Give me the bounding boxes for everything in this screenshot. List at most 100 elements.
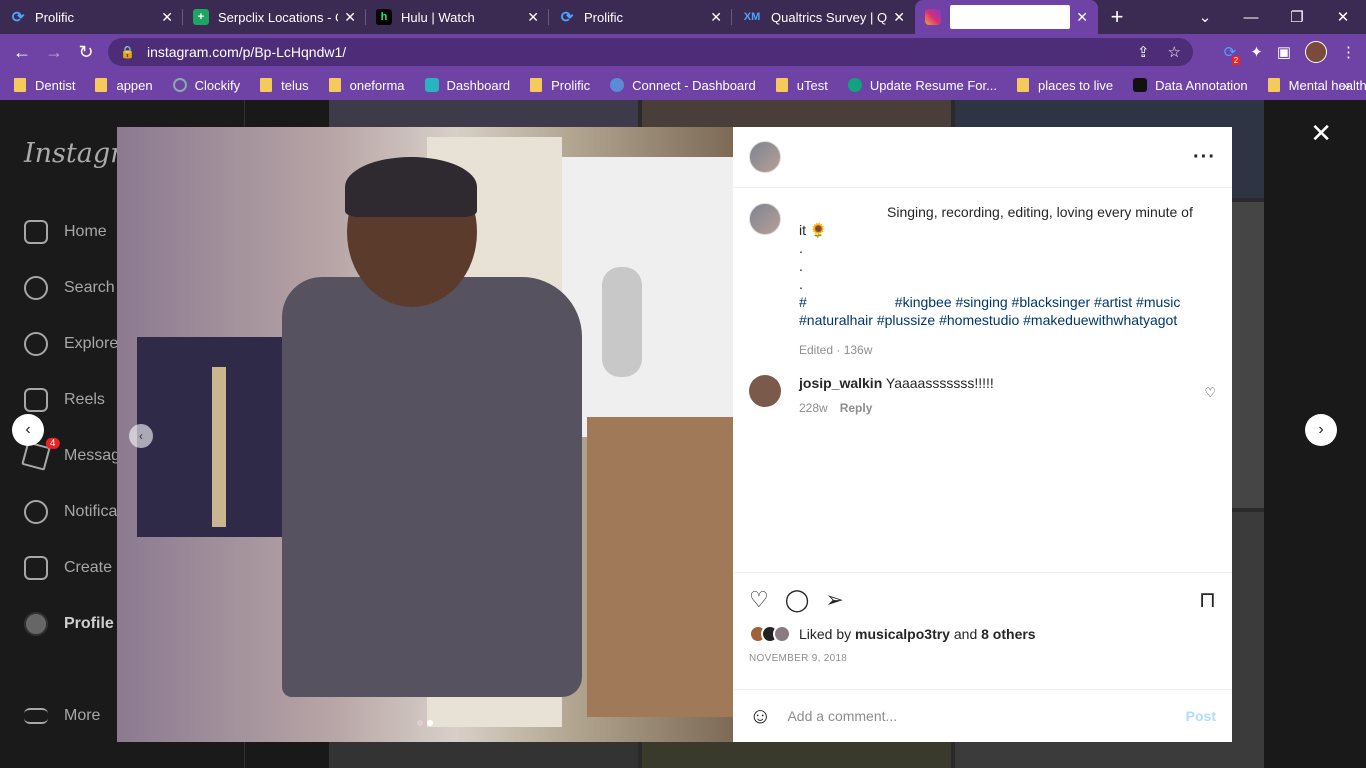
sidebar-item-search[interactable]: Search bbox=[24, 276, 115, 300]
hashtag-prefix[interactable]: # bbox=[799, 294, 807, 310]
folder-icon bbox=[328, 78, 341, 92]
liked-by-others[interactable]: 8 others bbox=[981, 626, 1035, 642]
bookmark-dentist[interactable]: Dentist bbox=[14, 78, 75, 93]
post-panel: ··· Singing, recording, editing, loving … bbox=[733, 127, 1232, 742]
close-modal-icon[interactable]: ✕ bbox=[1310, 118, 1332, 149]
reply-button[interactable]: Reply bbox=[840, 401, 873, 415]
close-tab-icon[interactable]: ✕ bbox=[344, 9, 356, 26]
tab-prolific-1[interactable]: ⟳ Prolific ✕ bbox=[0, 0, 183, 34]
next-post-button[interactable]: › bbox=[1305, 414, 1337, 446]
hashtags: # #kingbee #singing #blacksinger #artist … bbox=[799, 293, 1199, 311]
more-bookmarks-icon[interactable]: » bbox=[1342, 77, 1350, 93]
commenter-avatar[interactable] bbox=[749, 375, 781, 407]
sidebar-item-explore[interactable]: Explore bbox=[24, 332, 118, 356]
back-icon[interactable]: ← bbox=[6, 42, 38, 63]
tab-serpclix[interactable]: + Serpclix Locations - Go ✕ bbox=[183, 0, 366, 34]
caption-line: it 🌻 bbox=[799, 222, 828, 238]
sidepanel-icon[interactable]: ▣ bbox=[1277, 43, 1291, 61]
sidebar-item-label: More bbox=[64, 707, 101, 724]
bookmark-clockify[interactable]: Clockify bbox=[172, 78, 240, 93]
tab-hulu[interactable]: h Hulu | Watch ✕ bbox=[366, 0, 549, 34]
folder-icon bbox=[530, 78, 543, 92]
restore-button[interactable]: ❐ bbox=[1274, 8, 1320, 26]
caption-text: Singing, recording, editing, loving ever… bbox=[799, 203, 1199, 359]
comment-username[interactable]: josip_walkin bbox=[799, 375, 882, 391]
folder-icon bbox=[260, 78, 273, 92]
forward-icon[interactable]: → bbox=[38, 42, 70, 63]
tab-instagram-active[interactable]: ✕ bbox=[915, 0, 1098, 34]
liked-by-user[interactable]: musicalpo3try bbox=[855, 626, 950, 642]
puzzle-icon[interactable]: ✦ bbox=[1250, 43, 1263, 61]
comment-like-icon[interactable]: ♡ bbox=[1204, 385, 1216, 401]
sidebar-item-label: Home bbox=[64, 223, 107, 240]
bookmarks-bar: Dentist appen Clockify telus oneforma Da… bbox=[0, 70, 1366, 100]
bookmark-resume[interactable]: Update Resume For... bbox=[847, 78, 997, 93]
bookmark-oneforma[interactable]: oneforma bbox=[328, 78, 405, 93]
lock-icon[interactable]: 🔒 bbox=[120, 45, 135, 59]
url-text[interactable]: instagram.com/p/Bp-LcHqndw1/ bbox=[147, 44, 346, 60]
comment-input[interactable]: Add a comment... bbox=[787, 708, 897, 724]
close-tab-icon[interactable]: ✕ bbox=[161, 9, 173, 26]
folder-icon bbox=[1267, 78, 1280, 92]
save-icon[interactable]: ⊓ bbox=[1199, 587, 1216, 613]
sidebar-item-more[interactable]: More bbox=[24, 707, 100, 725]
url-bar[interactable]: 🔒 instagram.com/p/Bp-LcHqndw1/ ⇪ ☆ bbox=[108, 38, 1193, 66]
menu-icon[interactable]: ⋮ bbox=[1341, 43, 1356, 61]
prolific-icon: ⟳ bbox=[11, 9, 25, 26]
home-icon bbox=[24, 220, 48, 244]
sidebar-item-home[interactable]: Home bbox=[24, 220, 107, 244]
more-options-icon[interactable]: ··· bbox=[1193, 146, 1216, 169]
reload-icon[interactable]: ↻ bbox=[70, 42, 102, 63]
bookmark-data-annotation[interactable]: Data Annotation bbox=[1133, 78, 1248, 93]
prev-post-button[interactable]: ‹ bbox=[12, 414, 44, 446]
microphone bbox=[602, 267, 642, 377]
new-tab-button[interactable]: + bbox=[1098, 4, 1136, 30]
bookmark-places[interactable]: places to live bbox=[1016, 78, 1113, 93]
star-icon[interactable]: ☆ bbox=[1168, 43, 1181, 61]
comment-icon[interactable]: ◯ bbox=[785, 587, 810, 613]
caption-line: Singing, recording, editing, loving ever… bbox=[887, 204, 1193, 220]
profile-avatar[interactable] bbox=[1305, 41, 1327, 63]
tab-strip: ⟳ Prolific ✕ + Serpclix Locations - Go ✕… bbox=[0, 0, 1366, 34]
extension-icon[interactable]: ⟳ 2 bbox=[1224, 43, 1241, 65]
emoji-icon[interactable]: ☺ bbox=[749, 703, 771, 729]
close-window-button[interactable]: ✕ bbox=[1320, 8, 1366, 26]
bookmark-connect[interactable]: Connect - Dashboard bbox=[610, 78, 756, 93]
close-tab-icon[interactable]: ✕ bbox=[710, 9, 722, 26]
like-icon[interactable]: ♡ bbox=[749, 587, 769, 613]
sidebar-item-create[interactable]: Create bbox=[24, 556, 112, 580]
close-tab-icon[interactable]: ✕ bbox=[893, 9, 905, 26]
bookmark-mental-health[interactable]: Mental health bbox=[1267, 78, 1366, 93]
prolific-icon: ⟳ bbox=[560, 9, 574, 26]
close-tab-icon[interactable]: ✕ bbox=[1076, 9, 1088, 26]
likes-summary: Liked by musicalpo3try and 8 others bbox=[749, 625, 1216, 643]
bookmark-dashboard[interactable]: Dashboard bbox=[424, 78, 510, 93]
bookmark-prolific[interactable]: Prolific bbox=[530, 78, 590, 93]
share-icon[interactable]: ➢ bbox=[825, 587, 843, 613]
plus-square-icon bbox=[24, 556, 48, 580]
folder-icon bbox=[775, 78, 788, 92]
heart-icon bbox=[24, 500, 48, 524]
hashtag-line[interactable]: #naturalhair #plussize #homestudio #make… bbox=[799, 311, 1199, 329]
bookmark-label: telus bbox=[281, 77, 309, 93]
share-icon[interactable]: ⇪ bbox=[1137, 43, 1150, 61]
tab-qualtrics[interactable]: XM Qualtrics Survey | Qua ✕ bbox=[732, 0, 915, 34]
sidebar-item-reels[interactable]: Reels bbox=[24, 388, 105, 412]
bookmark-appen[interactable]: appen bbox=[95, 78, 153, 93]
tab-prolific-2[interactable]: ⟳ Prolific ✕ bbox=[549, 0, 732, 34]
comment-age[interactable]: 228w bbox=[799, 401, 828, 415]
author-avatar[interactable] bbox=[749, 203, 781, 235]
tab-search-icon[interactable]: ⌄ bbox=[1182, 8, 1228, 26]
post-button[interactable]: Post bbox=[1186, 708, 1216, 724]
post-photo[interactable]: ‹ bbox=[117, 127, 733, 742]
sidebar-item-profile[interactable]: Profile bbox=[24, 612, 114, 636]
minimize-button[interactable]: — bbox=[1228, 9, 1274, 26]
author-avatar[interactable] bbox=[749, 141, 781, 173]
close-tab-icon[interactable]: ✕ bbox=[527, 9, 539, 26]
bookmark-telus[interactable]: telus bbox=[260, 77, 309, 93]
hashtag-line[interactable]: #kingbee #singing #blacksinger #artist #… bbox=[895, 294, 1181, 310]
comment-row: josip_walkin Yaaaasssssss!!!!! 228w Reply bbox=[749, 375, 1219, 415]
bookmark-utest[interactable]: uTest bbox=[775, 78, 828, 93]
tab-title: Prolific bbox=[35, 9, 75, 25]
carousel-prev-button[interactable]: ‹ bbox=[129, 424, 153, 448]
